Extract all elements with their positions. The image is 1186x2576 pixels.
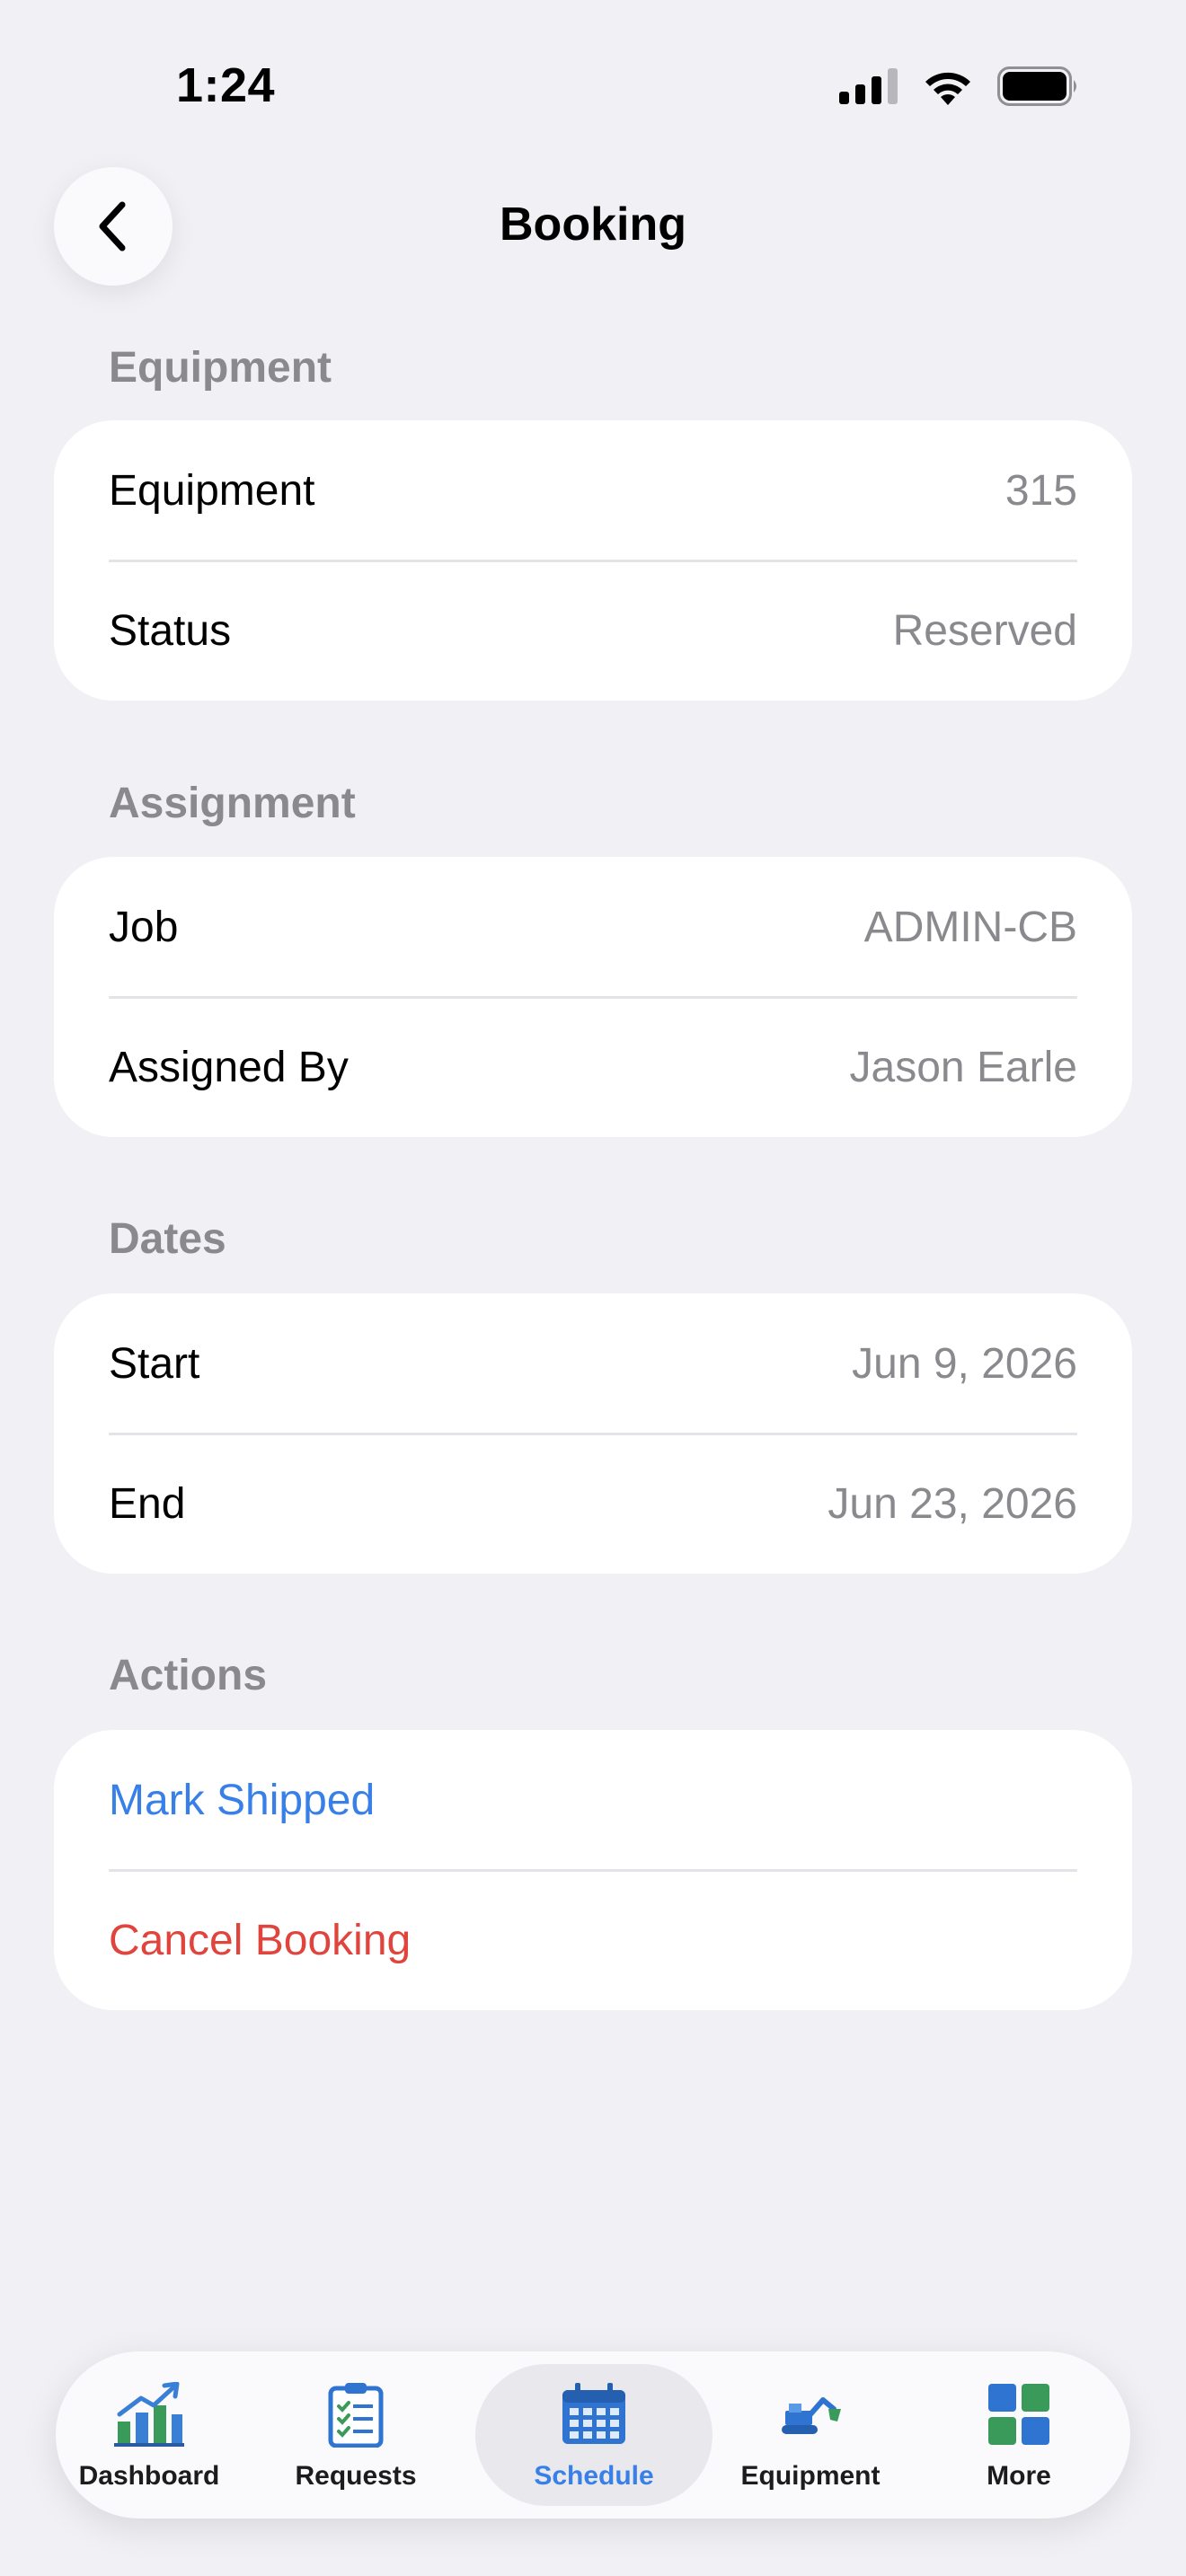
assignment-card: Job ADMIN-CB Assigned By Jason Earle (54, 857, 1132, 1137)
section-header-equipment: Equipment (109, 344, 332, 392)
booking-screen: 1:24 Booking Equipment Equipment 315 Sta… (0, 0, 1186, 2576)
cancel-booking-label: Cancel Booking (109, 1916, 412, 1964)
row-label: Start (109, 1339, 200, 1388)
tab-label: Schedule (534, 2461, 654, 2491)
status-row: Status Reserved (109, 560, 1077, 701)
signal-icon (839, 68, 898, 104)
row-label: Assigned By (109, 1043, 349, 1091)
tab-schedule[interactable]: Schedule (484, 2351, 704, 2519)
row-label: Job (109, 903, 179, 951)
grid-icon (988, 2384, 1049, 2445)
assigned-by-row: Assigned By Jason Earle (109, 997, 1077, 1137)
tab-label: Equipment (740, 2461, 881, 2491)
row-label: Equipment (109, 466, 315, 515)
mark-shipped-label: Mark Shipped (109, 1776, 376, 1824)
mark-shipped-button[interactable]: Mark Shipped (109, 1730, 1077, 1870)
row-value: Reserved (892, 606, 1077, 655)
dates-card: Start Jun 9, 2026 End Jun 23, 2026 (54, 1293, 1132, 1574)
chart-icon (114, 2382, 184, 2447)
tab-label: Dashboard (78, 2461, 220, 2491)
row-value: 315 (1005, 466, 1077, 515)
job-row: Job ADMIN-CB (109, 857, 1077, 997)
equipment-row: Equipment 315 (109, 420, 1077, 560)
tab-equipment[interactable]: Equipment (721, 2351, 900, 2519)
tab-more[interactable]: More (943, 2351, 1094, 2519)
row-value: Jun 23, 2026 (828, 1479, 1077, 1528)
section-header-dates: Dates (109, 1215, 226, 1263)
row-value: Jason Earle (849, 1043, 1077, 1091)
start-row: Start Jun 9, 2026 (109, 1293, 1077, 1434)
actions-card: Mark Shipped Cancel Booking (54, 1730, 1132, 2010)
tab-label: Requests (295, 2461, 417, 2491)
tab-label: More (987, 2461, 1051, 2491)
page-title: Booking (500, 198, 686, 251)
checklist-icon (328, 2383, 384, 2448)
status-time: 1:24 (176, 58, 276, 112)
section-header-assignment: Assignment (109, 780, 356, 827)
tab-requests[interactable]: Requests (280, 2351, 431, 2519)
excavator-icon (782, 2397, 841, 2434)
section-header-actions: Actions (109, 1652, 268, 1699)
row-label: Status (109, 606, 232, 655)
tab-bar: Dashboard Requests Schedule Equipment Mo… (56, 2351, 1130, 2519)
row-label: End (109, 1479, 186, 1528)
battery-icon (997, 66, 1076, 106)
equipment-card: Equipment 315 Status Reserved (54, 420, 1132, 701)
status-icons (839, 66, 1080, 106)
row-value: Jun 9, 2026 (852, 1339, 1077, 1388)
end-row: End Jun 23, 2026 (109, 1434, 1077, 1574)
row-value: ADMIN-CB (863, 903, 1077, 951)
tab-dashboard[interactable]: Dashboard (74, 2351, 225, 2519)
cancel-booking-button[interactable]: Cancel Booking (109, 1870, 1077, 2010)
wifi-icon (925, 72, 970, 105)
calendar-icon (562, 2383, 625, 2444)
